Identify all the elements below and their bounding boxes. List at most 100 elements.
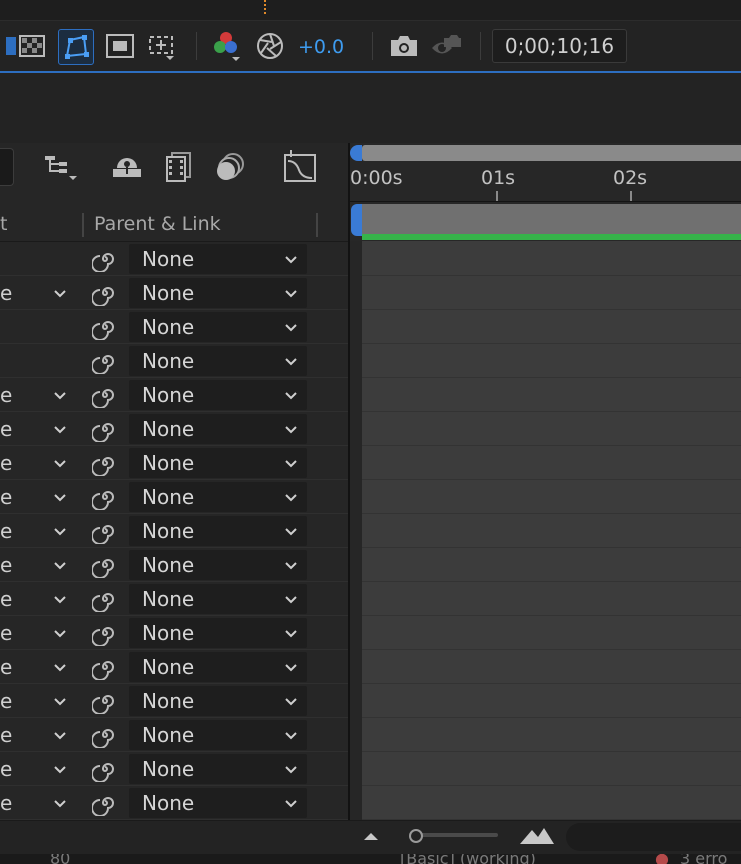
chevron-down-icon[interactable] <box>52 591 68 607</box>
checkerboard-icon[interactable] <box>16 30 48 62</box>
layer-row[interactable]: e None <box>0 582 348 616</box>
parent-dropdown[interactable]: None <box>129 788 307 818</box>
parent-dropdown[interactable]: None <box>129 244 307 274</box>
pick-whip-icon[interactable] <box>91 280 118 307</box>
parent-dropdown[interactable]: None <box>129 312 307 342</box>
chevron-down-icon[interactable] <box>52 489 68 505</box>
layer-row[interactable]: e None <box>0 480 348 514</box>
motion-blur-icon[interactable] <box>212 150 250 184</box>
pick-whip-icon[interactable] <box>91 382 118 409</box>
layer-row[interactable]: None <box>0 242 348 276</box>
pick-whip-icon[interactable] <box>91 552 118 579</box>
layer-row[interactable]: e None <box>0 446 348 480</box>
status-error-text[interactable]: 3 erro <box>680 854 727 864</box>
status-workspace-text[interactable]: [Basic] (working) <box>400 854 536 864</box>
layer-search-input[interactable] <box>0 148 14 186</box>
layer-row[interactable]: e None <box>0 718 348 752</box>
parent-dropdown[interactable]: None <box>129 278 307 308</box>
layer-row[interactable]: e None <box>0 616 348 650</box>
timecode-display[interactable]: 0;00;10;16 <box>492 29 627 63</box>
layer-row[interactable]: e None <box>0 514 348 548</box>
blend-mode-value[interactable]: e <box>0 417 12 441</box>
graph-editor-icon[interactable] <box>281 150 319 184</box>
parent-dropdown[interactable]: None <box>129 414 307 444</box>
blend-mode-value[interactable]: e <box>0 655 12 679</box>
chevron-down-icon[interactable] <box>52 727 68 743</box>
draft-3d-icon[interactable] <box>108 150 146 184</box>
blend-mode-value[interactable]: e <box>0 485 12 509</box>
pick-whip-icon[interactable] <box>91 484 118 511</box>
chevron-down-icon[interactable] <box>52 557 68 573</box>
layer-row[interactable]: e None <box>0 752 348 786</box>
chevron-down-icon[interactable] <box>52 285 68 301</box>
frame-blending-icon[interactable] <box>160 150 198 184</box>
footer-scroll-pill[interactable] <box>566 823 741 851</box>
safe-zones-icon[interactable] <box>104 30 136 62</box>
blend-mode-value[interactable]: e <box>0 519 12 543</box>
chevron-down-icon[interactable] <box>52 659 68 675</box>
pick-whip-icon[interactable] <box>91 620 118 647</box>
layer-row[interactable]: e None <box>0 548 348 582</box>
parent-dropdown[interactable]: None <box>129 448 307 478</box>
track-area[interactable] <box>362 241 741 820</box>
layer-row[interactable]: None <box>0 310 348 344</box>
exposure-icon[interactable] <box>254 30 286 62</box>
parent-dropdown[interactable]: None <box>129 720 307 750</box>
zoom-slider-track[interactable] <box>410 833 498 837</box>
flowchart-icon[interactable] <box>42 150 80 184</box>
parent-dropdown[interactable]: None <box>129 516 307 546</box>
work-area-start-handle[interactable] <box>350 145 362 161</box>
layer-row[interactable]: e None <box>0 378 348 412</box>
parent-dropdown[interactable]: None <box>129 618 307 648</box>
parent-dropdown[interactable]: None <box>129 754 307 784</box>
pick-whip-icon[interactable] <box>91 518 118 545</box>
parent-link-column-header[interactable]: Parent & Link <box>94 213 221 235</box>
layer-bar-in-handle[interactable] <box>351 204 362 236</box>
pick-whip-icon[interactable] <box>91 450 118 477</box>
pick-whip-icon[interactable] <box>91 790 118 817</box>
blend-mode-value[interactable]: e <box>0 757 12 781</box>
chevron-down-icon[interactable] <box>52 795 68 811</box>
pick-whip-icon[interactable] <box>91 688 118 715</box>
mode-column-header[interactable]: t <box>0 213 7 235</box>
layer-row[interactable]: None <box>0 344 348 378</box>
chevron-down-icon[interactable] <box>52 761 68 777</box>
zoom-in-mountain-icon[interactable] <box>518 824 556 848</box>
zoom-slider-handle[interactable] <box>409 829 423 843</box>
layer-row[interactable]: e None <box>0 412 348 446</box>
chevron-down-icon[interactable] <box>52 523 68 539</box>
blend-mode-value[interactable]: e <box>0 281 12 305</box>
region-of-interest-icon[interactable] <box>146 30 178 62</box>
parent-dropdown[interactable]: None <box>129 346 307 376</box>
blend-mode-value[interactable]: e <box>0 553 12 577</box>
parent-dropdown[interactable]: None <box>129 686 307 716</box>
layer-row[interactable]: e None <box>0 684 348 718</box>
blend-mode-value[interactable]: e <box>0 689 12 713</box>
parent-dropdown[interactable]: None <box>129 584 307 614</box>
parent-dropdown[interactable]: None <box>129 380 307 410</box>
blend-mode-value[interactable]: e <box>0 587 12 611</box>
layer-row[interactable]: e None <box>0 276 348 310</box>
blend-mode-value[interactable]: e <box>0 451 12 475</box>
zoom-out-mountain-icon[interactable] <box>358 826 384 846</box>
mask-path-icon[interactable] <box>58 29 94 65</box>
layer-duration-bar[interactable] <box>362 204 741 234</box>
layer-row[interactable]: e None <box>0 650 348 684</box>
pick-whip-icon[interactable] <box>91 348 118 375</box>
column-divider[interactable] <box>316 213 318 237</box>
blend-mode-value[interactable]: e <box>0 791 12 815</box>
chevron-down-icon[interactable] <box>52 625 68 641</box>
snapshot-icon[interactable] <box>388 30 420 62</box>
pick-whip-icon[interactable] <box>91 722 118 749</box>
exposure-value[interactable]: +0.0 <box>298 36 344 58</box>
pick-whip-icon[interactable] <box>91 586 118 613</box>
pick-whip-icon[interactable] <box>91 756 118 783</box>
chevron-down-icon[interactable] <box>52 387 68 403</box>
blend-mode-value[interactable]: e <box>0 621 12 645</box>
color-channels-icon[interactable] <box>210 30 242 62</box>
show-snapshot-icon[interactable] <box>430 30 462 62</box>
parent-dropdown[interactable]: None <box>129 550 307 580</box>
layer-row[interactable]: e None <box>0 786 348 820</box>
pick-whip-icon[interactable] <box>91 416 118 443</box>
pick-whip-icon[interactable] <box>91 654 118 681</box>
